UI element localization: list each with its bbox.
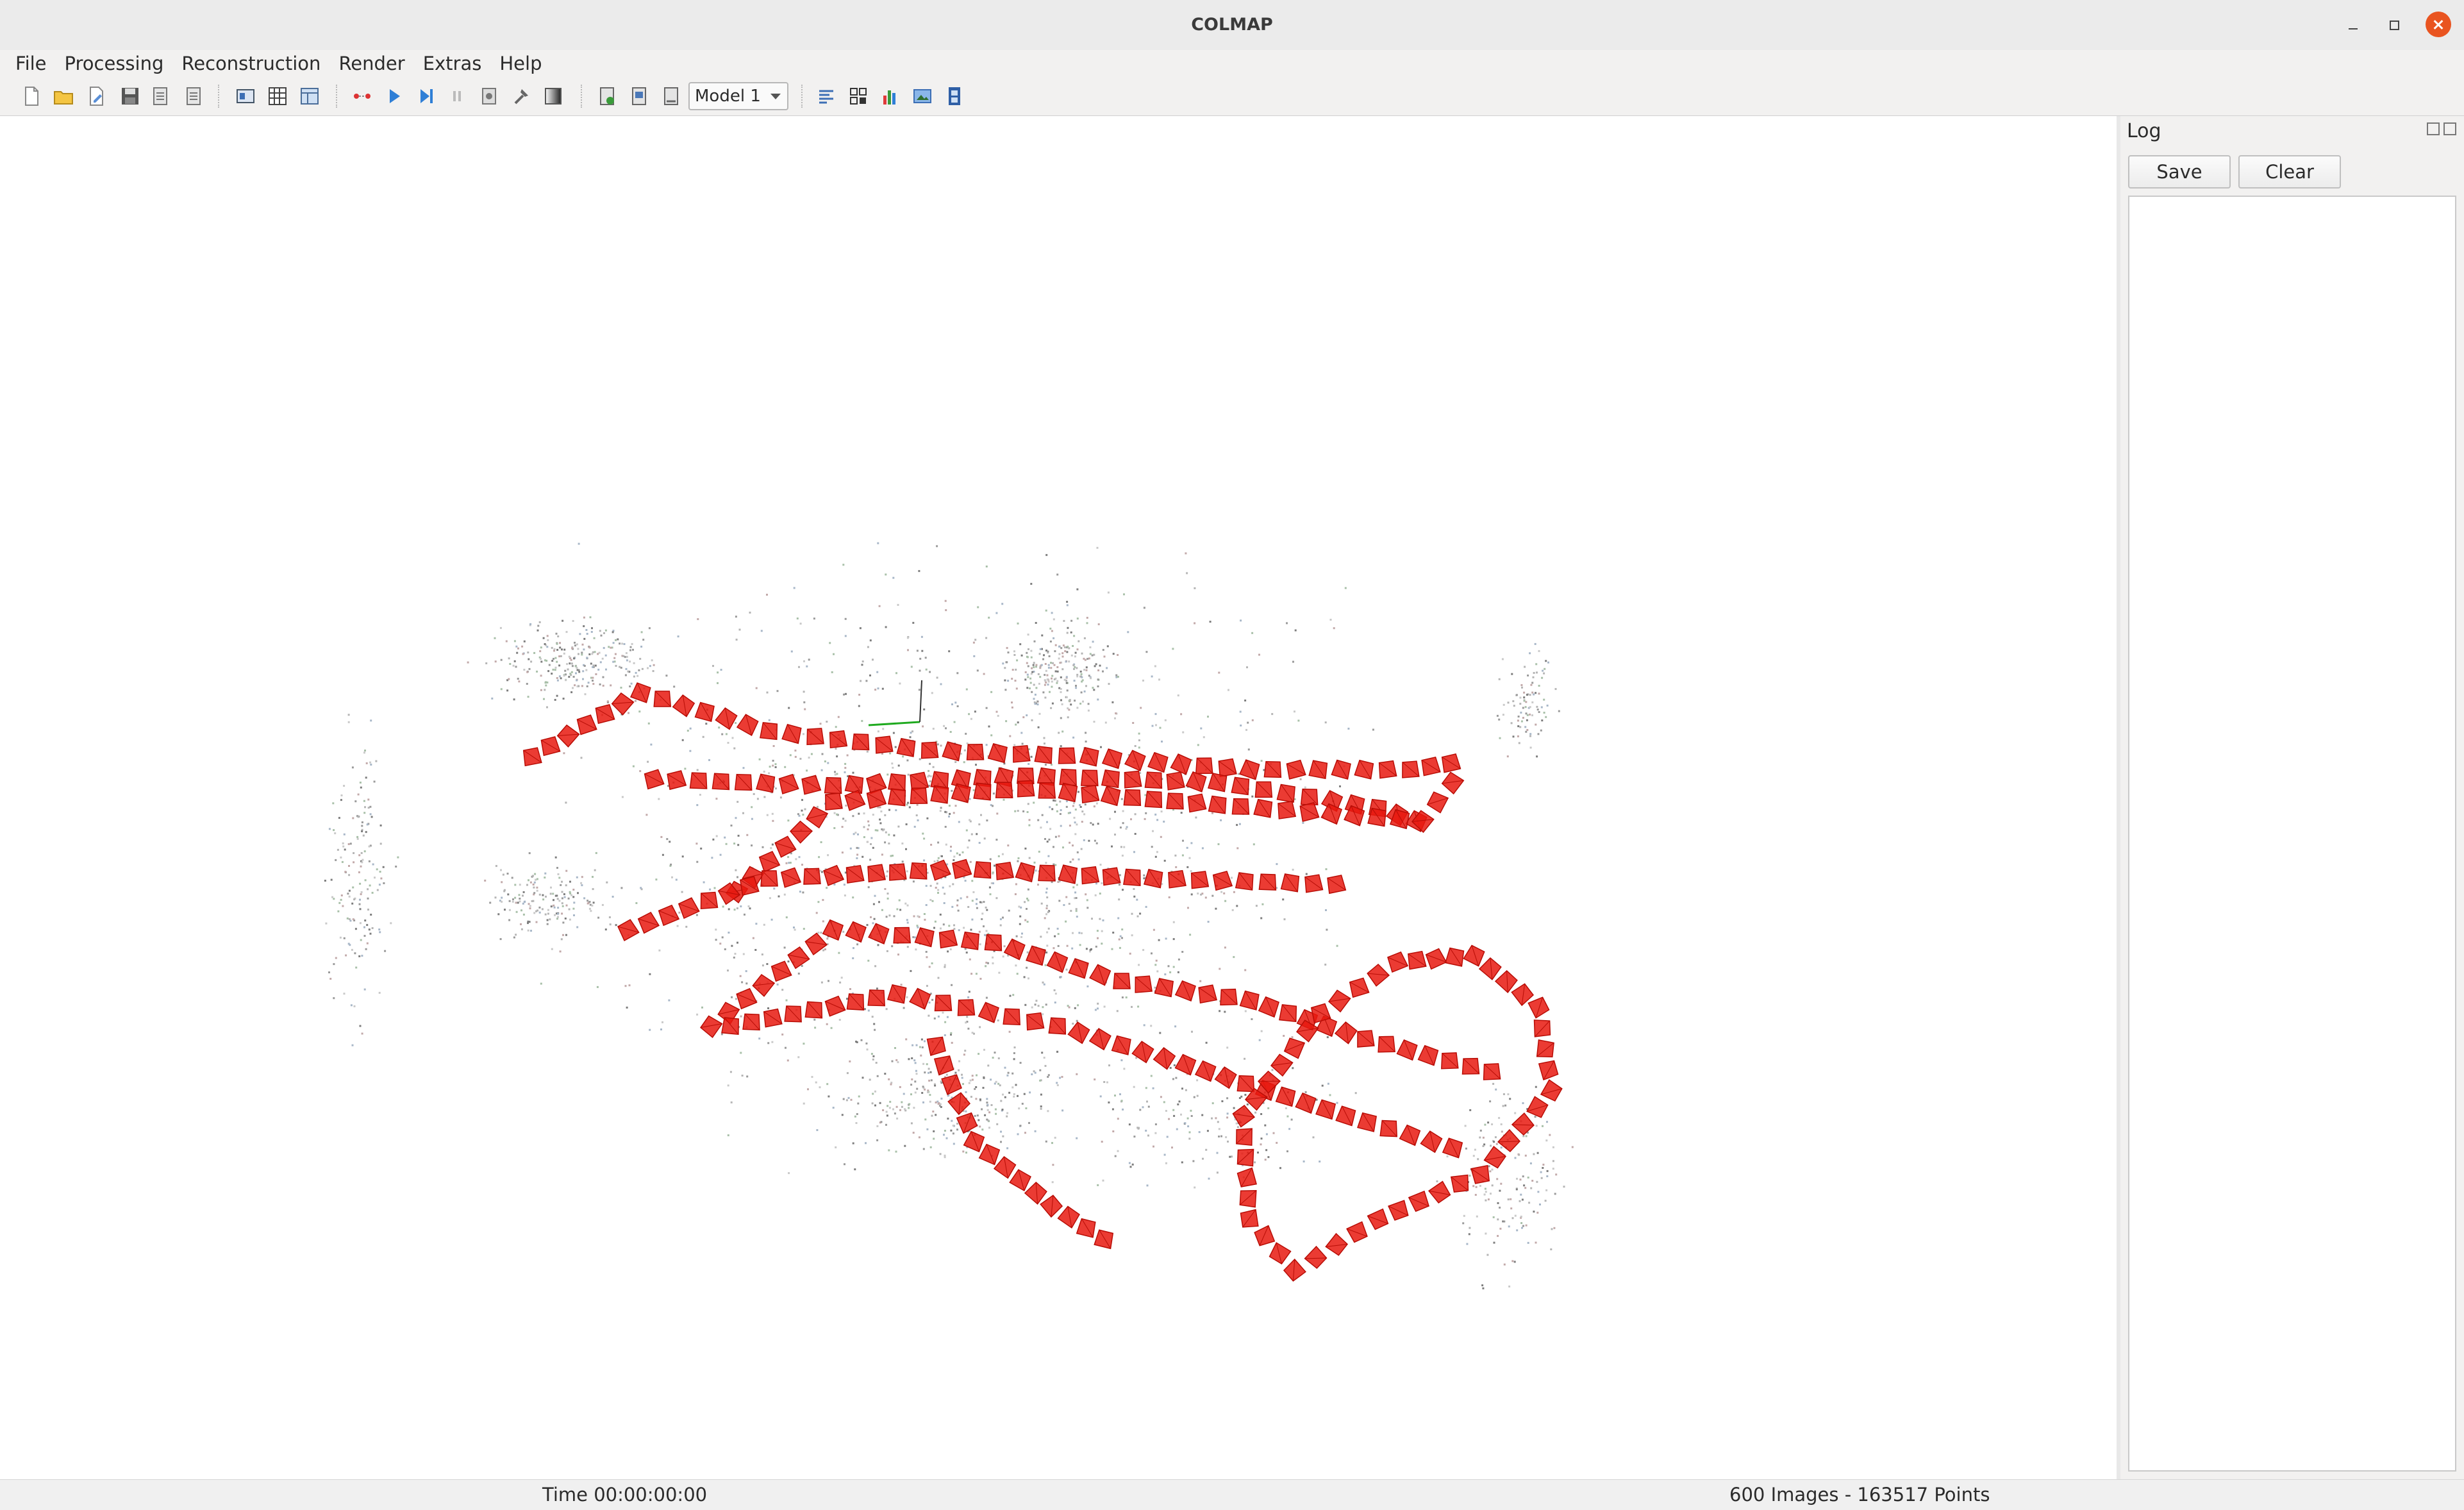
- menu-extras[interactable]: Extras: [414, 50, 491, 77]
- feature-extraction-icon[interactable]: [235, 85, 256, 107]
- automatic-reconstruction-icon[interactable]: [351, 85, 373, 107]
- toolbar-separator: [218, 85, 221, 108]
- float-dock-icon[interactable]: [2427, 122, 2440, 135]
- export-model-icon[interactable]: [182, 85, 204, 107]
- show-log-icon[interactable]: [879, 85, 901, 107]
- toolbar-separator: [581, 85, 583, 108]
- reconstruction-options-icon[interactable]: [478, 85, 500, 107]
- model-select[interactable]: Model 1: [688, 82, 788, 110]
- toolbar-separator: [336, 85, 338, 108]
- close-dock-icon[interactable]: [2443, 122, 2456, 135]
- toolbar: Model 1: [0, 77, 2464, 116]
- model-viewer[interactable]: [0, 116, 2117, 1479]
- new-project-icon[interactable]: [21, 85, 42, 107]
- import-model-icon[interactable]: [150, 85, 172, 107]
- open-project-icon[interactable]: [53, 85, 74, 107]
- dense-reconstruction-icon[interactable]: [542, 85, 564, 107]
- save-project-icon[interactable]: [119, 85, 141, 107]
- film-icon[interactable]: [944, 85, 965, 107]
- status-stats: 600 Images - 163517 Points: [1729, 1484, 1990, 1506]
- minimize-button[interactable]: [2342, 14, 2364, 36]
- save-log-button[interactable]: Save: [2128, 155, 2231, 189]
- match-matrix-icon[interactable]: [847, 85, 869, 107]
- menu-file[interactable]: File: [6, 50, 56, 77]
- close-button[interactable]: [2426, 12, 2451, 37]
- window-title: COLMAP: [1191, 15, 1273, 35]
- clear-log-button[interactable]: Clear: [2238, 155, 2341, 189]
- undistort-icon[interactable]: [912, 85, 933, 107]
- menu-reconstruction[interactable]: Reconstruction: [172, 50, 329, 77]
- grab-image-icon[interactable]: [596, 85, 618, 107]
- maximize-button[interactable]: [2383, 14, 2405, 36]
- log-text-area[interactable]: [2128, 196, 2456, 1472]
- dock-splitter[interactable]: [2117, 116, 2120, 1479]
- database-management-icon[interactable]: [299, 85, 320, 107]
- chevron-down-icon: [770, 94, 781, 99]
- menu-help[interactable]: Help: [490, 50, 551, 77]
- point-cloud: [324, 542, 1574, 1289]
- bundle-adjustment-icon[interactable]: [510, 85, 532, 107]
- step-reconstruction-icon[interactable]: [415, 85, 437, 107]
- edit-project-icon[interactable]: [86, 85, 108, 107]
- log-panel: Log Save Clear: [2117, 116, 2464, 1479]
- menu-processing[interactable]: Processing: [56, 50, 173, 77]
- grab-movie-icon[interactable]: [628, 85, 650, 107]
- toolbar-separator: [801, 85, 804, 108]
- coordinate-axes: [868, 680, 922, 726]
- menu-render[interactable]: Render: [329, 50, 413, 77]
- log-title: Log: [2127, 120, 2161, 142]
- title-bar: COLMAP: [0, 0, 2464, 51]
- feature-matching-icon[interactable]: [267, 85, 288, 107]
- reconstruction-stats-icon[interactable]: [815, 85, 837, 107]
- point-cloud-scene: [324, 542, 1574, 1289]
- status-bar: Time 00:00:00:00 600 Images - 163517 Poi…: [0, 1479, 2464, 1510]
- menu-bar: File Processing Reconstruction Render Ex…: [0, 50, 2464, 77]
- pause-reconstruction-icon[interactable]: [446, 85, 468, 107]
- start-reconstruction-icon[interactable]: [383, 85, 405, 107]
- render-options-icon[interactable]: [660, 85, 682, 107]
- model-select-value: Model 1: [695, 87, 761, 106]
- status-time: Time 00:00:00:00: [542, 1484, 708, 1506]
